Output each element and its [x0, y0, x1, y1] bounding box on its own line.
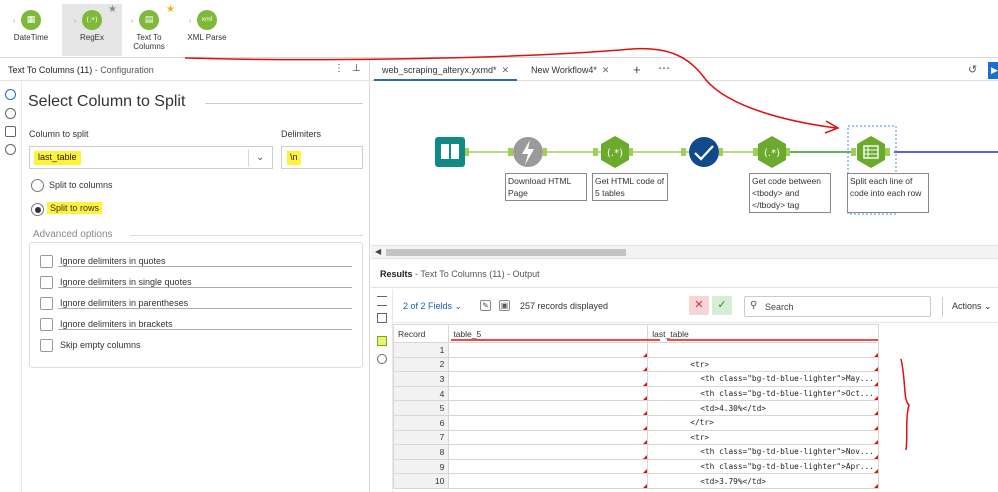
alteryx-designer-window: { "ribbon": { "tools": [ {"label": "Date… — [0, 0, 998, 492]
annotation-overlay — [184, 47, 910, 451]
annotation-arrow — [184, 47, 837, 129]
annotation-bracket — [900, 358, 910, 451]
